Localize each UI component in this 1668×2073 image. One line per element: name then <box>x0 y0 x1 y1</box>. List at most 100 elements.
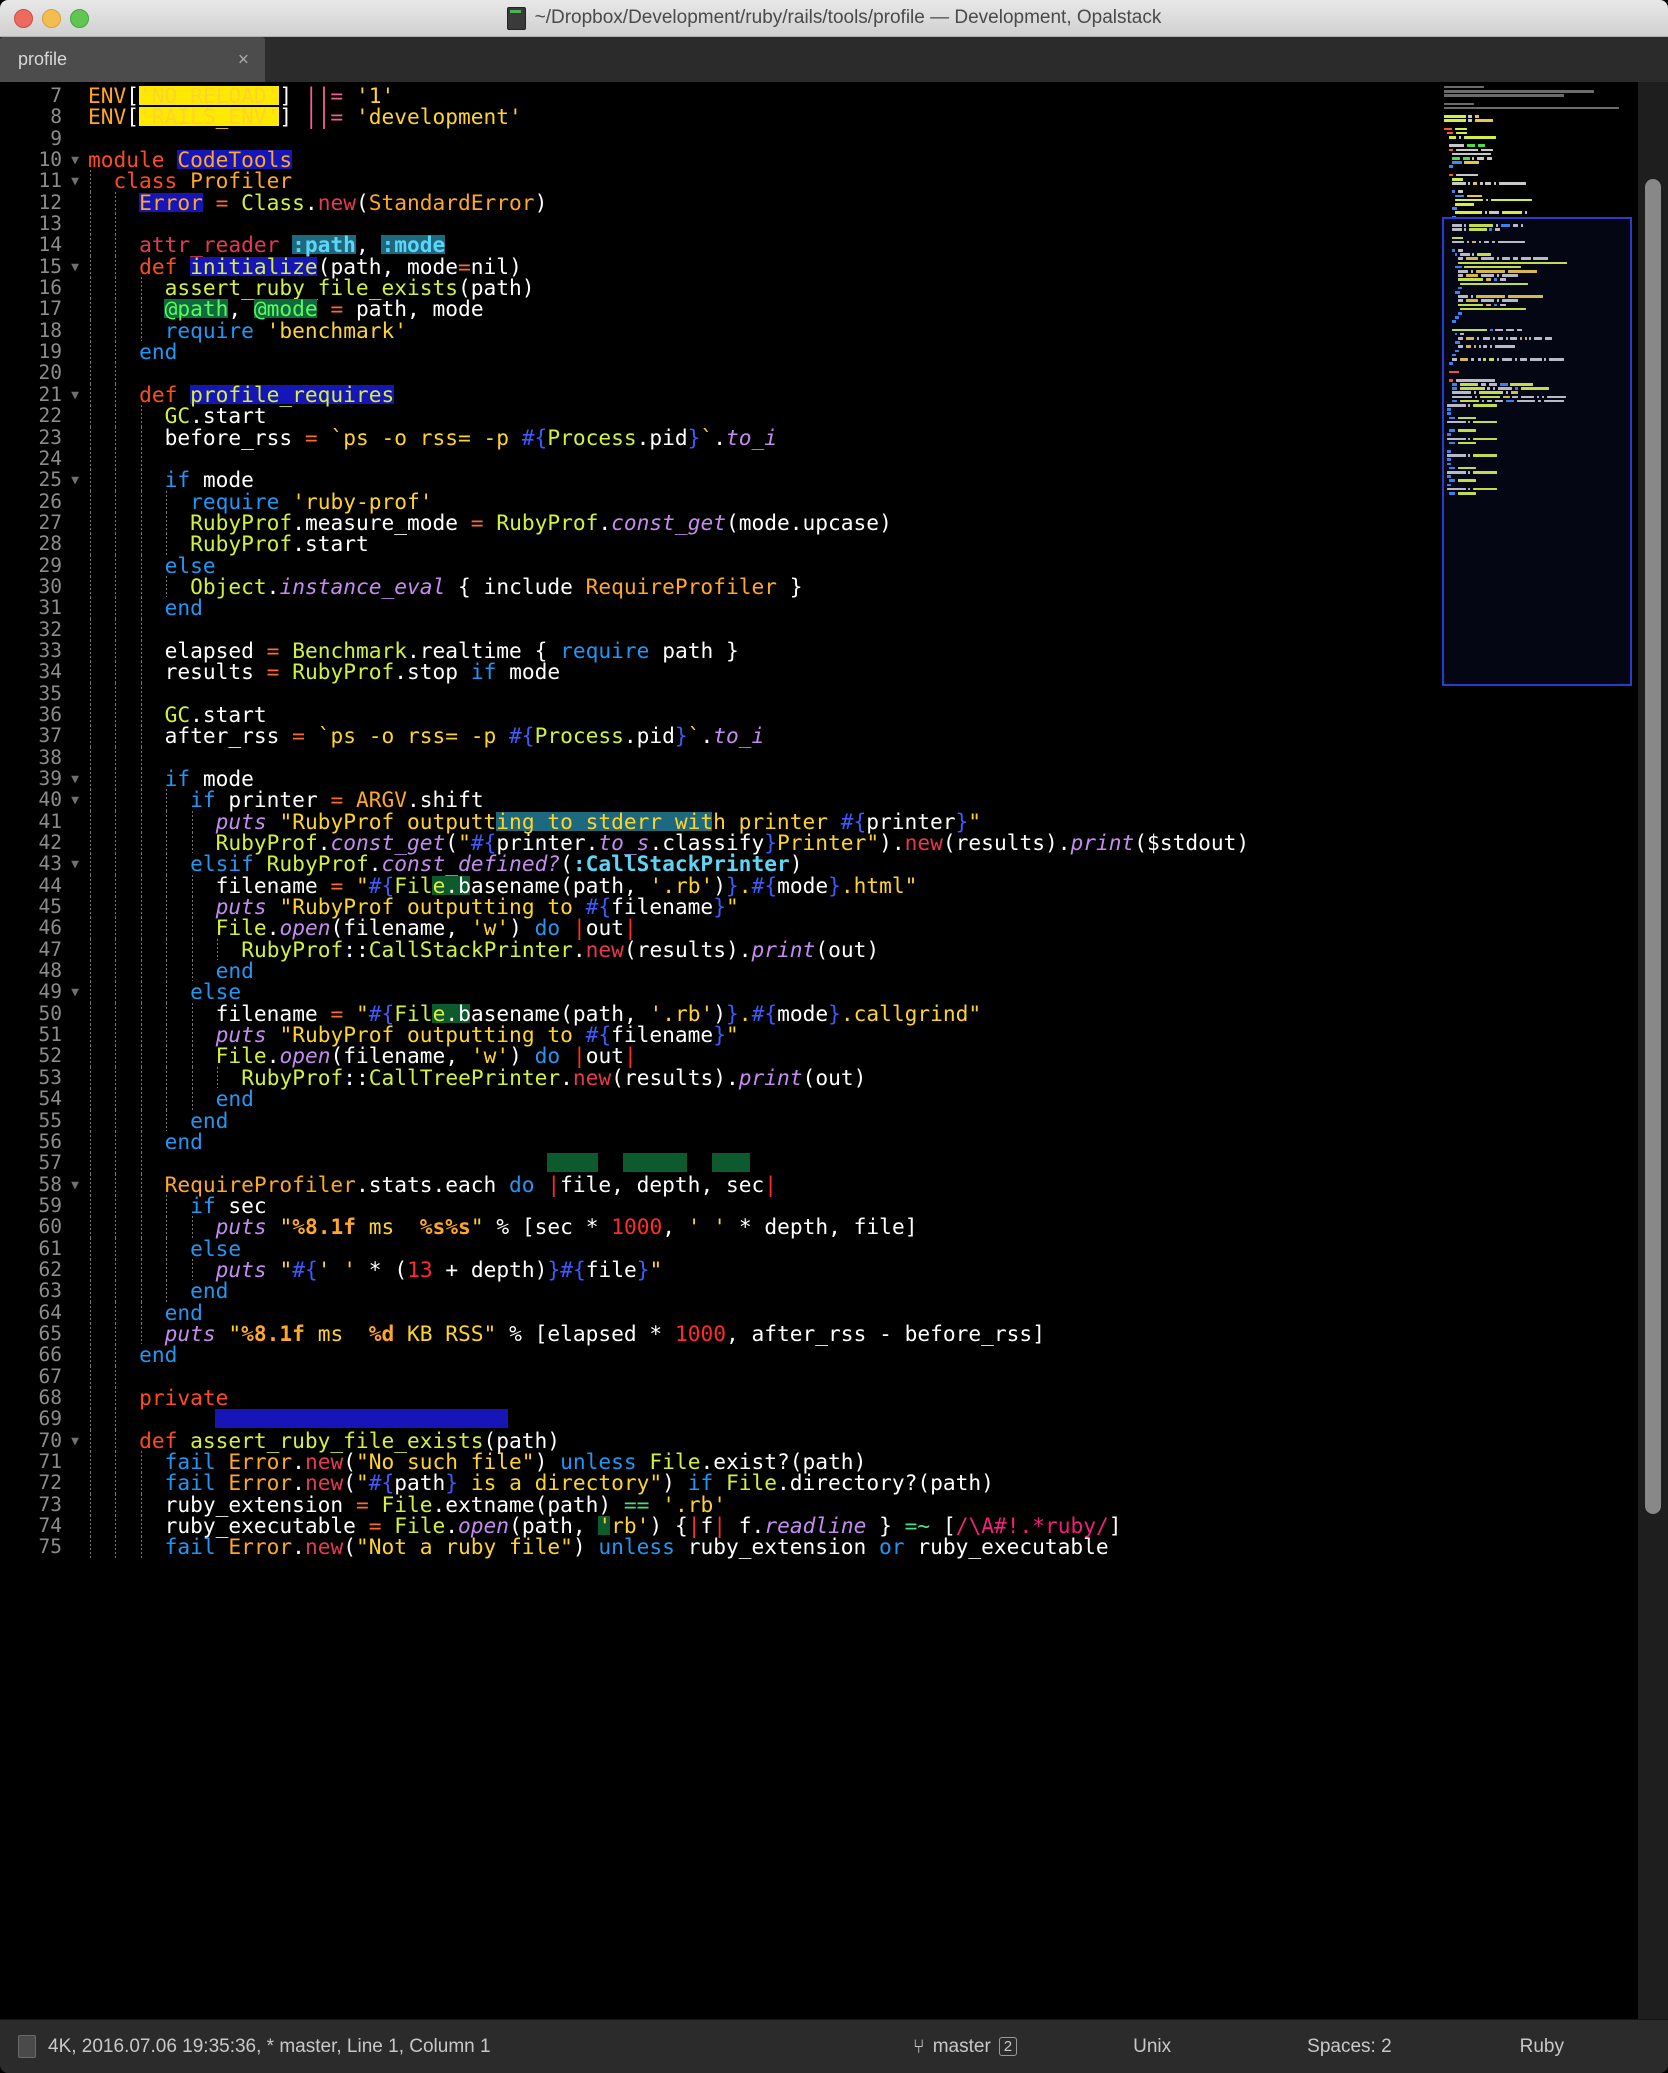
minimap-canvas <box>1444 85 1634 495</box>
code-line[interactable]: 37 after_rss = `ps -o rss= -p #{Process.… <box>0 725 1440 746</box>
fold-arrow-icon[interactable]: ▼ <box>62 981 88 1004</box>
code-line[interactable]: 21▼ def profile_requires <box>0 384 1440 405</box>
code-line[interactable]: 61 else <box>0 1238 1440 1259</box>
code-line[interactable]: 31 end <box>0 597 1440 618</box>
code-line[interactable]: 40▼ if printer = ARGV.shift <box>0 789 1440 810</box>
code-line[interactable]: 60 puts "%8.1f ms %s%s" % [sec * 1000, '… <box>0 1216 1440 1237</box>
code-line[interactable]: 28 RubyProf.start <box>0 533 1440 554</box>
line-number: 39 <box>0 768 62 789</box>
line-number: 61 <box>0 1238 62 1259</box>
code-line[interactable]: 18 require 'benchmark' <box>0 320 1440 341</box>
code-line[interactable]: 15▼ def initialize(path, mode=nil) <box>0 256 1440 277</box>
close-window-button[interactable] <box>14 9 33 28</box>
line-number: 11 <box>0 170 62 191</box>
line-number: 8 <box>0 106 62 127</box>
editor-body: 7ENV['NO_RELOAD'] ||= '1'8ENV['RAILS_ENV… <box>0 82 1668 2019</box>
fold-arrow-icon[interactable]: ▼ <box>62 1174 88 1197</box>
line-number: 73 <box>0 1494 62 1515</box>
code-line[interactable]: 58▼ RequireProfiler.stats.each do |file,… <box>0 1174 1440 1195</box>
language-status[interactable]: Ruby <box>1520 2036 1564 2058</box>
code-line[interactable]: 67 <box>0 1366 1440 1387</box>
code-line[interactable]: 25▼ if mode <box>0 469 1440 490</box>
code-line[interactable]: 9 <box>0 128 1440 149</box>
code-line[interactable]: 75 fail Error.new("Not a ruby file") unl… <box>0 1536 1440 1557</box>
code-line[interactable]: 66 end <box>0 1344 1440 1365</box>
fold-arrow-icon[interactable]: ▼ <box>62 853 88 876</box>
fold-arrow-icon[interactable]: ▼ <box>62 256 88 279</box>
line-ending-status[interactable]: Unix <box>1133 2036 1171 2058</box>
window-controls[interactable] <box>14 9 89 28</box>
code-line[interactable]: 35 <box>0 683 1440 704</box>
fold-arrow-icon[interactable]: ▼ <box>62 1430 88 1453</box>
fold-arrow-icon[interactable]: ▼ <box>62 469 88 492</box>
scrollbar-thumb[interactable] <box>1645 179 1661 1514</box>
fold-arrow-icon[interactable]: ▼ <box>62 768 88 791</box>
minimize-window-button[interactable] <box>42 9 61 28</box>
code-line[interactable]: 69 <box>0 1408 1440 1429</box>
code-line[interactable]: 32 <box>0 619 1440 640</box>
code-line[interactable]: 63 end <box>0 1280 1440 1301</box>
code-line[interactable]: 38 <box>0 747 1440 768</box>
line-number: 13 <box>0 213 62 234</box>
minimap[interactable] <box>1440 82 1638 2019</box>
code-line[interactable]: 57 <box>0 1152 1440 1173</box>
line-number: 34 <box>0 661 62 682</box>
code-line[interactable]: 14 attr_reader :path, :mode <box>0 234 1440 255</box>
line-number: 53 <box>0 1067 62 1088</box>
minimap-row <box>1444 491 1634 495</box>
code-editor[interactable]: 7ENV['NO_RELOAD'] ||= '1'8ENV['RAILS_ENV… <box>0 82 1440 2019</box>
code-line[interactable]: 50 filename = "#{File.basename(path, '.r… <box>0 1003 1440 1024</box>
code-line[interactable]: 54 end <box>0 1088 1440 1109</box>
code-text: fail Error.new("Not a ruby file") unless… <box>88 1534 1109 1559</box>
code-line[interactable]: 64 end <box>0 1302 1440 1323</box>
code-line[interactable]: 46 File.open(filename, 'w') do |out| <box>0 917 1440 938</box>
code-line[interactable]: 19 end <box>0 341 1440 362</box>
code-line[interactable]: 29 else <box>0 555 1440 576</box>
line-number: 67 <box>0 1366 62 1387</box>
code-line[interactable]: 26 require 'ruby-prof' <box>0 491 1440 512</box>
code-line[interactable]: 34 results = RubyProf.stop if mode <box>0 661 1440 682</box>
code-line[interactable]: 22 GC.start <box>0 405 1440 426</box>
code-line[interactable]: 49▼ else <box>0 981 1440 1002</box>
line-number: 18 <box>0 320 62 341</box>
code-line[interactable]: 24 <box>0 448 1440 469</box>
line-number: 12 <box>0 192 62 213</box>
fold-arrow-icon[interactable]: ▼ <box>62 170 88 193</box>
code-line[interactable]: 68 private <box>0 1387 1440 1408</box>
code-line[interactable]: 73 ruby_extension = File.extname(path) =… <box>0 1494 1440 1515</box>
zoom-window-button[interactable] <box>70 9 89 28</box>
code-line[interactable]: 23 before_rss = `ps -o rss= -p #{Process… <box>0 427 1440 448</box>
code-line[interactable]: 65 puts "%8.1f ms %d KB RSS" % [elapsed … <box>0 1323 1440 1344</box>
fold-arrow-icon[interactable]: ▼ <box>62 384 88 407</box>
code-line[interactable]: 20 <box>0 362 1440 383</box>
editor-window: ~/Dropbox/Development/ruby/rails/tools/p… <box>0 0 1668 2073</box>
code-line[interactable]: 43▼ elsif RubyProf.const_defined?(:CallS… <box>0 853 1440 874</box>
code-line[interactable]: 53 RubyProf::CallTreePrinter.new(results… <box>0 1067 1440 1088</box>
code-line[interactable]: 55 end <box>0 1110 1440 1131</box>
code-line[interactable]: 30 Object.instance_eval { include Requir… <box>0 576 1440 597</box>
code-line[interactable]: 8ENV['RAILS_ENV'] ||= 'development' <box>0 106 1440 127</box>
indentation-status[interactable]: Spaces: 2 <box>1307 2036 1392 2058</box>
code-line[interactable]: 17 @path, @mode = path, mode <box>0 298 1440 319</box>
line-number: 29 <box>0 555 62 576</box>
close-icon[interactable]: × <box>238 50 249 69</box>
vertical-scrollbar[interactable] <box>1638 82 1668 2019</box>
tab-profile[interactable]: profile × <box>0 37 265 82</box>
code-line[interactable]: 56 end <box>0 1131 1440 1152</box>
line-number: 70 <box>0 1430 62 1451</box>
line-number: 46 <box>0 917 62 938</box>
fold-arrow-icon[interactable]: ▼ <box>62 789 88 812</box>
git-branch-status[interactable]: ⑂ master 2 <box>913 2036 1017 2058</box>
fold-arrow-icon[interactable]: ▼ <box>62 149 88 172</box>
code-line[interactable]: 44 filename = "#{File.basename(path, '.r… <box>0 875 1440 896</box>
code-line[interactable]: 72 fail Error.new("#{path} is a director… <box>0 1472 1440 1493</box>
line-number: 49 <box>0 981 62 1002</box>
code-line[interactable]: 52 File.open(filename, 'w') do |out| <box>0 1045 1440 1066</box>
branch-icon: ⑂ <box>913 2037 925 2057</box>
code-line[interactable]: 70▼ def assert_ruby_file_exists(path) <box>0 1430 1440 1451</box>
code-line[interactable]: 47 RubyProf::CallStackPrinter.new(result… <box>0 939 1440 960</box>
code-line[interactable]: 11▼ class Profiler <box>0 170 1440 191</box>
line-number: 32 <box>0 619 62 640</box>
code-line[interactable]: 41 puts "RubyProf outputting to stderr w… <box>0 811 1440 832</box>
code-line[interactable]: 12 Error = Class.new(StandardError) <box>0 192 1440 213</box>
